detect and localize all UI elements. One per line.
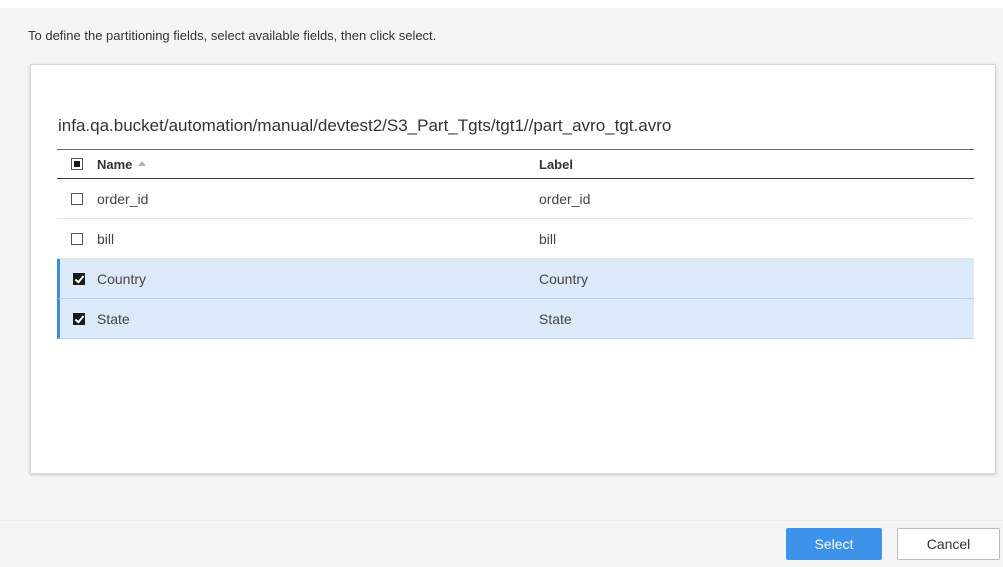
row-checkbox[interactable] [71, 192, 83, 205]
footer-divider [0, 520, 1003, 521]
row-name: bill [97, 230, 115, 247]
row-check-cell [60, 312, 97, 325]
label-column-label: Label [539, 156, 573, 172]
sort-ascending-icon[interactable] [138, 160, 147, 166]
table-row[interactable]: bill bill [57, 219, 974, 259]
row-check-cell [60, 272, 97, 285]
select-all-cell [57, 158, 97, 170]
row-name: State [97, 310, 130, 327]
table-row-selected[interactable]: State State [57, 299, 974, 339]
row-label: State [539, 310, 572, 327]
select-all-checkbox[interactable] [71, 158, 83, 170]
name-column-label: Name [97, 156, 133, 172]
fields-table: Name Label order_id order_id bill bill C… [57, 149, 974, 339]
row-checkbox[interactable] [71, 232, 83, 245]
name-column-header[interactable]: Name [97, 157, 539, 172]
row-checkbox-checked[interactable] [72, 312, 85, 325]
top-strip [0, 0, 1003, 8]
row-label: order_id [539, 190, 591, 207]
table-row-selected[interactable]: Country Country [57, 259, 974, 299]
row-label: Country [539, 270, 589, 287]
instruction-text: To define the partitioning fields, selec… [28, 28, 437, 43]
row-label: bill [539, 230, 557, 247]
label-column-header[interactable]: Label [539, 157, 974, 172]
row-name: Country [97, 270, 147, 287]
table-row[interactable]: order_id order_id [57, 179, 974, 219]
cancel-button[interactable]: Cancel [897, 528, 1000, 560]
file-path: infa.qa.bucket/automation/manual/devtest… [58, 116, 672, 135]
field-selection-panel: infa.qa.bucket/automation/manual/devtest… [30, 64, 996, 474]
row-check-cell [57, 192, 97, 205]
row-checkbox-checked[interactable] [72, 272, 85, 285]
select-button[interactable]: Select [786, 528, 882, 560]
row-name: order_id [97, 190, 149, 207]
row-check-cell [57, 232, 97, 245]
table-header: Name Label [57, 149, 974, 179]
